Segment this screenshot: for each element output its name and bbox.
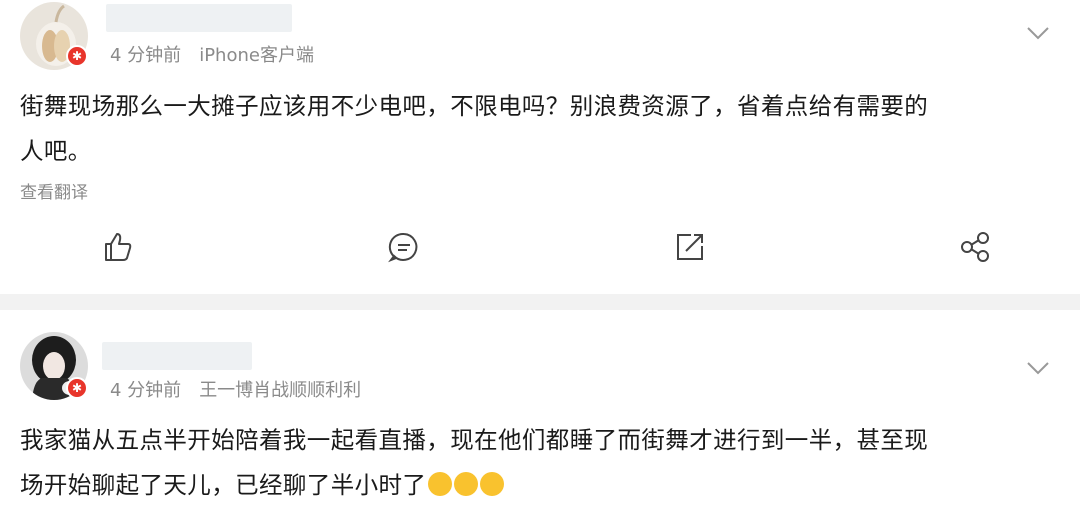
chevron-down-icon[interactable] <box>1026 25 1050 41</box>
emoji-icon <box>480 472 505 496</box>
post-content: 我家猫从五点半开始陪着我一起看直播，现在他们都睡了而街舞才进行到一半，甚至现 场… <box>20 418 1065 508</box>
emoji-icon <box>428 472 453 496</box>
post-text-line-with-emoji: 场开始聊起了天儿，已经聊了半小时了 <box>20 463 1065 508</box>
chevron-down-icon[interactable] <box>1026 360 1050 376</box>
section-divider <box>0 294 1080 310</box>
post-text-line: 我家猫从五点半开始陪着我一起看直播，现在他们都睡了而街舞才进行到一半，甚至现 <box>20 426 929 454</box>
post-text-line: 人吧。 <box>20 137 92 165</box>
post-time: 4 分钟前 <box>110 380 182 401</box>
post-card: ✱ 4 分钟前 王一博肖战顺顺利利 我家猫从五点半开始陪着我一起看直播，现在他们都… <box>0 310 1080 499</box>
repost-icon[interactable] <box>673 230 707 264</box>
post-source: iPhone客户端 <box>199 45 314 66</box>
like-icon[interactable] <box>101 230 135 264</box>
post-meta: 4 分钟前 王一博肖战顺顺利利 <box>110 376 361 402</box>
emoji-icon <box>454 472 479 496</box>
post-source: 王一博肖战顺顺利利 <box>199 380 362 401</box>
post-content: 街舞现场那么一大摊子应该用不少电吧，不限电吗？别浪费资源了，省着点给有需要的 人… <box>20 84 1065 174</box>
verified-badge-icon: ✱ <box>66 377 88 399</box>
share-icon[interactable] <box>958 230 992 264</box>
post-time: 4 分钟前 <box>110 45 182 66</box>
verified-badge-icon: ✱ <box>66 45 88 67</box>
translate-link[interactable]: 查看翻译 <box>20 178 88 203</box>
post-text-line: 场开始聊起了天儿，已经聊了半小时了 <box>20 471 427 499</box>
post-text-line: 街舞现场那么一大摊子应该用不少电吧，不限电吗？别浪费资源了，省着点给有需要的 <box>20 92 929 120</box>
action-bar <box>0 230 1080 270</box>
post-meta: 4 分钟前 iPhone客户端 <box>110 41 314 67</box>
comment-icon[interactable] <box>387 230 421 264</box>
username-blurred[interactable] <box>102 342 252 370</box>
username-blurred[interactable] <box>106 4 292 32</box>
post-card: ✱ 4 分钟前 iPhone客户端 街舞现场那么一大摊子应该用不少电吧，不限电吗？… <box>0 0 1080 294</box>
